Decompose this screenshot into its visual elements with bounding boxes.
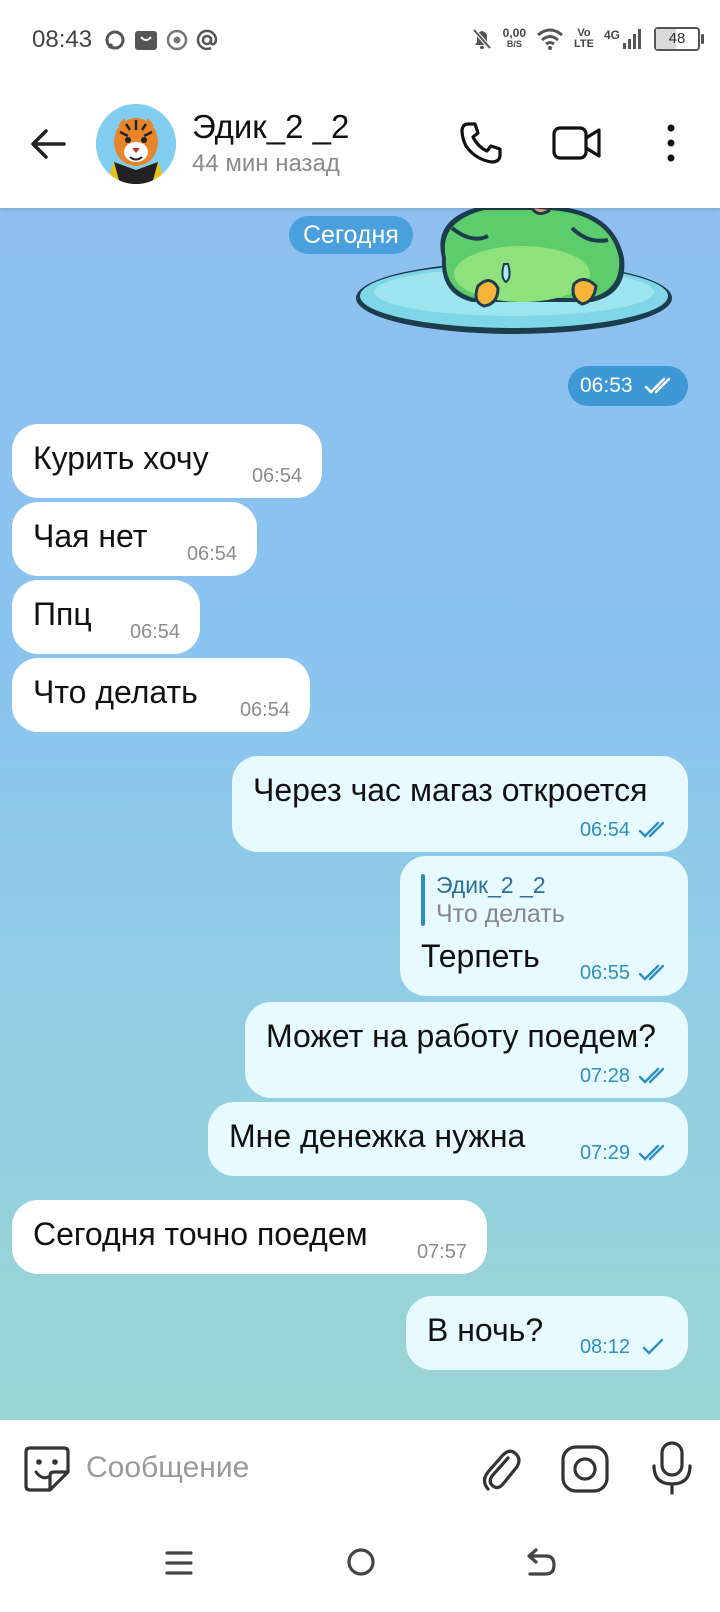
- outgoing-message-bubble[interactable]: Через час магаз откроется 06:54: [232, 756, 688, 852]
- phone-icon[interactable]: [458, 120, 504, 166]
- chat-notification-icon: [105, 30, 125, 50]
- mute-bell-icon: [472, 28, 492, 50]
- message-text: Сегодня точно поедем: [33, 1216, 368, 1252]
- double-check-icon: [638, 964, 665, 981]
- outgoing-message-bubble[interactable]: Мне денежка нужна 07:29: [208, 1102, 688, 1176]
- notification-icons: [104, 28, 218, 52]
- app-notification-icon: [166, 29, 188, 51]
- double-check-icon: [638, 821, 665, 838]
- system-status-icons: 0,00 B/S Vo LTE 4G 48: [471, 24, 704, 54]
- net-speed: 0,00 B/S: [502, 26, 527, 50]
- outgoing-message-bubble[interactable]: Эдик_2 _2 Что делать Терпеть 06:55: [400, 856, 688, 996]
- system-navigation-bar: [0, 1516, 720, 1612]
- last-seen-status: 44 мин назад: [192, 150, 340, 177]
- tiger-avatar-image: [96, 104, 176, 184]
- message-text: Ппц: [33, 596, 92, 632]
- status-time: 08:43: [32, 26, 93, 53]
- signal-indicator: 4G: [604, 28, 644, 50]
- incoming-message-bubble[interactable]: Чая нет 06:54: [12, 502, 257, 576]
- date-separator: Сегодня: [289, 216, 413, 254]
- back-nav-icon[interactable]: [524, 1546, 556, 1578]
- sticker-smile-icon[interactable]: [22, 1444, 72, 1494]
- incoming-message-bubble[interactable]: Что делать 06:54: [12, 658, 310, 732]
- message-time: 08:12: [579, 1336, 630, 1358]
- incoming-message-bubble[interactable]: Ппц 06:54: [12, 580, 200, 654]
- store-notification-icon: [135, 31, 157, 50]
- net-speed-unit: B/S: [506, 39, 522, 49]
- message-time: 07:29: [579, 1142, 630, 1164]
- message-text: Чая нет: [33, 518, 148, 554]
- network-type: 4G: [603, 28, 620, 42]
- double-check-icon: [644, 377, 671, 394]
- message-text: Может на работу поедем?: [266, 1018, 656, 1054]
- volte-indicator: Vo LTE: [574, 28, 594, 50]
- message-text: Курить хочу: [33, 440, 209, 476]
- message-text: В ночь?: [427, 1312, 544, 1348]
- outgoing-message-bubble[interactable]: В ночь? 08:12: [406, 1296, 688, 1370]
- double-check-icon: [638, 1144, 665, 1161]
- message-time: 06:54: [129, 621, 180, 643]
- incoming-message-bubble[interactable]: Сегодня точно поедем 07:57: [12, 1200, 487, 1274]
- message-time: 06:54: [186, 543, 237, 565]
- battery-icon: 48: [654, 27, 704, 51]
- reply-author[interactable]: Эдик_2 _2: [436, 872, 546, 899]
- chat-header: Эдик_2 _2 44 мин назад: [0, 82, 720, 208]
- message-time: 07:28: [579, 1065, 630, 1087]
- outgoing-message-bubble[interactable]: Может на работу поедем? 07:28: [245, 1002, 688, 1098]
- message-time: 06:54: [579, 819, 630, 841]
- sticker-time-text: 06:53: [580, 374, 633, 397]
- chat-messages-area[interactable]: Сегодня 06:53 Курить хочу 06:54 Чая нет 06:…: [0, 208, 720, 1420]
- kebab-menu-icon[interactable]: [656, 120, 686, 166]
- signal-bars-icon: [623, 29, 641, 49]
- message-time: 07:57: [416, 1241, 467, 1263]
- message-time: 06:54: [239, 699, 290, 721]
- message-composer: [0, 1420, 720, 1516]
- message-text: Мне денежка нужна: [229, 1118, 526, 1154]
- message-time: 06:54: [251, 465, 302, 487]
- status-bar: 08:43 0,00 B/S Vo LTE 4G 48: [0, 0, 720, 82]
- wifi-icon: [537, 28, 563, 50]
- reply-quoted-text[interactable]: Что делать: [436, 900, 565, 929]
- instagram-camera-icon[interactable]: [560, 1444, 610, 1494]
- message-text: Терпеть: [421, 938, 540, 974]
- message-text: Через час магаз откроется: [253, 772, 648, 808]
- video-camera-icon[interactable]: [552, 122, 602, 164]
- message-text: Что делать: [33, 674, 198, 710]
- check-icon: [642, 1338, 664, 1355]
- net-speed-value: 0,00: [502, 26, 527, 40]
- message-time: 06:55: [579, 962, 630, 984]
- microphone-icon[interactable]: [650, 1440, 694, 1496]
- reply-quote-bar: [421, 874, 425, 926]
- sticker-timestamp: 06:53: [568, 366, 688, 406]
- home-circle-icon[interactable]: [345, 1546, 377, 1578]
- contact-name[interactable]: Эдик_2 _2: [192, 108, 349, 146]
- incoming-message-bubble[interactable]: Курить хочу 06:54: [12, 424, 322, 498]
- at-notification-icon: [196, 29, 218, 51]
- recent-apps-icon[interactable]: [164, 1546, 194, 1580]
- arrow-left-icon[interactable]: [26, 122, 70, 166]
- volte-bottom: LTE: [574, 38, 594, 50]
- battery-level: 48: [668, 30, 686, 47]
- double-check-icon: [638, 1067, 665, 1084]
- paperclip-icon[interactable]: [478, 1444, 522, 1494]
- avatar[interactable]: [96, 104, 176, 184]
- message-input[interactable]: [86, 1446, 446, 1490]
